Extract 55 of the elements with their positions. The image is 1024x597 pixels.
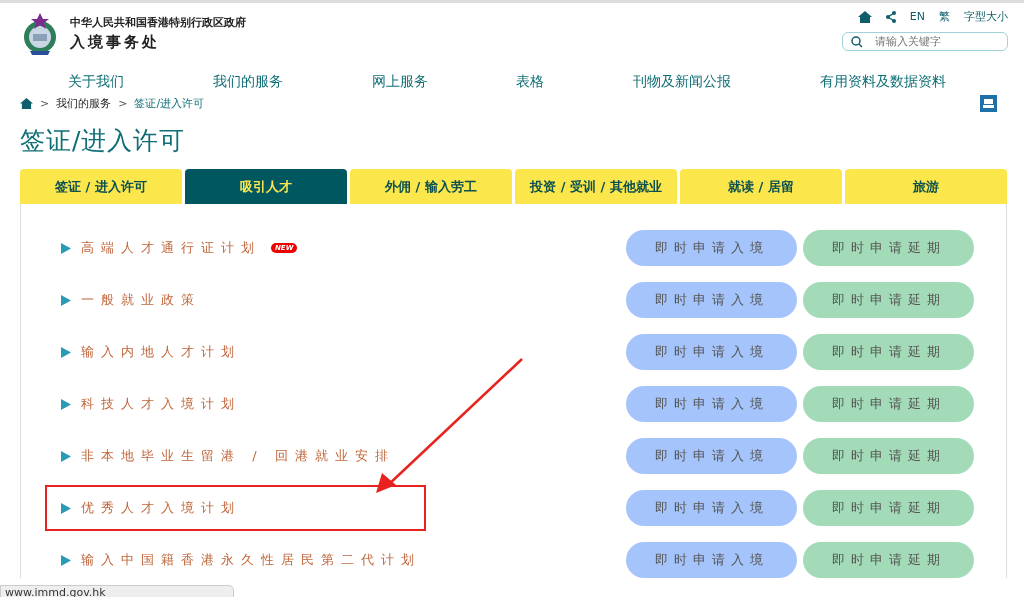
utility-link[interactable]: 字型大小 (964, 9, 1008, 24)
share-icon[interactable] (885, 10, 896, 23)
apply-extension-button[interactable]: 即时申请延期 (803, 386, 974, 422)
breadcrumb-link[interactable]: 我们的服务 (56, 96, 112, 111)
breadcrumb-link[interactable]: 签证/进入许可 (134, 96, 205, 111)
triangle-icon (61, 554, 71, 566)
nav-link[interactable]: 表格 (516, 73, 545, 91)
triangle-icon (61, 502, 71, 514)
triangle-icon (61, 398, 71, 410)
scheme-link[interactable]: 非本地毕业生留港 / 回港就业安排 (81, 447, 395, 465)
scheme-link[interactable]: 一般就业政策 (81, 291, 201, 309)
scheme-link[interactable]: 高端人才通行证计划 (81, 239, 261, 257)
apply-extension-button[interactable]: 即时申请延期 (803, 334, 974, 370)
triangle-icon (61, 294, 71, 306)
category-tab[interactable]: 旅游 (845, 169, 1007, 204)
utility-link[interactable]: EN (909, 10, 925, 23)
apply-entry-button[interactable]: 即时申请入境 (626, 542, 797, 578)
apply-entry-button[interactable]: 即时申请入境 (626, 334, 797, 370)
apply-entry-button[interactable]: 即时申请入境 (626, 438, 797, 474)
nav-link[interactable]: 关于我们 (68, 73, 124, 91)
department-name: 入境事务处 (70, 32, 161, 52)
apply-extension-button[interactable]: 即时申请延期 (803, 542, 974, 578)
nav-link[interactable]: 刊物及新闻公报 (633, 73, 732, 91)
nav-link[interactable]: 有用资料及数据资料 (820, 73, 946, 91)
scheme-link[interactable]: 输入中国籍香港永久性居民第二代计划 (81, 551, 421, 569)
triangle-icon (61, 450, 71, 462)
search-field[interactable]: 请输入关键字 (842, 32, 1008, 51)
scheme-link[interactable]: 输入内地人才计划 (81, 343, 241, 361)
nav-link[interactable]: 我们的服务 (212, 73, 283, 91)
apply-entry-button[interactable]: 即时申请入境 (626, 282, 797, 318)
page-title: 签证/进入许可 (20, 125, 187, 157)
print-icon[interactable] (980, 95, 997, 112)
triangle-icon (61, 346, 71, 358)
utility-link[interactable]: 繁 (939, 9, 950, 24)
apply-extension-button[interactable]: 即时申请延期 (803, 282, 974, 318)
category-tab[interactable]: 就读 / 居留 (680, 169, 842, 204)
category-tab[interactable]: 签证 / 进入许可 (20, 169, 182, 204)
apply-entry-button[interactable]: 即时申请入境 (626, 386, 797, 422)
scheme-link[interactable]: 科技人才入境计划 (81, 395, 241, 413)
apply-extension-button[interactable]: 即时申请延期 (803, 438, 974, 474)
apply-entry-button[interactable]: 即时申请入境 (626, 230, 797, 266)
category-tab[interactable]: 外佣 / 输入劳工 (350, 169, 512, 204)
breadcrumb-separator: > (40, 97, 50, 110)
nav-link[interactable]: 网上服务 (371, 73, 428, 91)
government-name: 中华人民共和国香港特别行政区政府 (70, 14, 246, 30)
scheme-link[interactable]: 优秀人才入境计划 (81, 499, 241, 517)
triangle-icon (61, 242, 71, 254)
apply-extension-button[interactable]: 即时申请延期 (803, 230, 974, 266)
category-tab[interactable]: 吸引人才 (185, 169, 347, 204)
home-icon[interactable] (857, 10, 872, 23)
breadcrumb-separator: > (118, 97, 128, 110)
apply-entry-button[interactable]: 即时申请入境 (626, 490, 797, 526)
category-tab[interactable]: 投资 / 受训 / 其他就业 (515, 169, 677, 204)
apply-extension-button[interactable]: 即时申请延期 (803, 490, 974, 526)
home-icon[interactable] (20, 98, 33, 109)
